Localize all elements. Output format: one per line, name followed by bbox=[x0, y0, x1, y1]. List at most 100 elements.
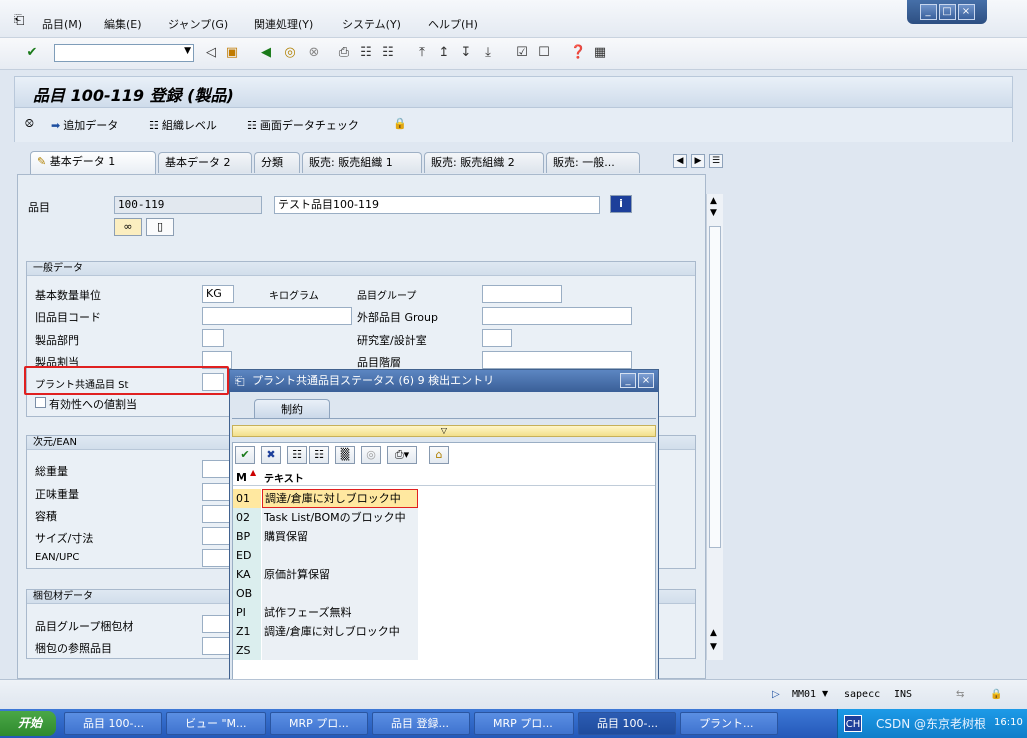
cancel-x-icon[interactable]: ✖ bbox=[261, 446, 281, 464]
exit-icon[interactable]: ◎ bbox=[282, 45, 298, 61]
task-mrp-2[interactable]: MRP プロ... bbox=[474, 712, 574, 735]
last-page-icon[interactable]: ⤓ bbox=[480, 45, 496, 61]
tab-scroll-left-icon[interactable]: ◀ bbox=[673, 154, 687, 168]
print-dropdown-icon[interactable]: ⎙▾ bbox=[387, 446, 417, 464]
task-material-create[interactable]: 品目 登録... bbox=[372, 712, 470, 735]
close-button[interactable]: × bbox=[957, 4, 975, 20]
tab-scroll-right-icon[interactable]: ▶ bbox=[691, 154, 705, 168]
language-indicator[interactable]: CH bbox=[844, 715, 862, 732]
lab-office-label: 研究室/設計室 bbox=[357, 334, 427, 347]
ean-upc-field[interactable] bbox=[202, 549, 232, 567]
gross-weight-label: 総重量 bbox=[35, 465, 68, 478]
material-description-field[interactable]: テスト品目100-119 bbox=[274, 196, 600, 214]
glasses-display-icon[interactable]: ∞ bbox=[114, 218, 142, 236]
dropdown-arrow-icon[interactable]: ▼ bbox=[184, 46, 191, 56]
tab-list-icon[interactable]: ☰ bbox=[709, 154, 723, 168]
lab-office-field[interactable] bbox=[482, 329, 512, 347]
base-uom-field[interactable]: KG bbox=[202, 285, 234, 303]
system-menu-icon[interactable]: ⎗ bbox=[14, 13, 24, 28]
mat-group-pack-field[interactable] bbox=[202, 615, 232, 633]
scroll-up-bottom-icon[interactable]: ▲ bbox=[710, 628, 717, 638]
check-screen-data-button[interactable]: ☷ 画面データチェック bbox=[247, 117, 359, 133]
back-icon[interactable]: ◀ bbox=[258, 45, 274, 61]
org-levels-button[interactable]: ☷ 組織レベル bbox=[149, 117, 217, 133]
start-button[interactable]: 开始 bbox=[0, 711, 56, 736]
restrictions-toggle-bar[interactable]: ▽ bbox=[232, 425, 656, 437]
tab-basic-data-1[interactable]: ✎ 基本データ 1 bbox=[30, 151, 156, 174]
old-material-field[interactable] bbox=[202, 307, 352, 325]
add-data-button[interactable]: ➡ 追加データ bbox=[51, 117, 118, 133]
gross-weight-field[interactable] bbox=[202, 460, 232, 478]
shortcut-icon[interactable]: ☐ bbox=[536, 45, 552, 61]
scroll-down-small-icon[interactable]: ▼ bbox=[710, 208, 717, 218]
lock-icon[interactable]: 🔒 bbox=[393, 117, 407, 130]
scroll-up-icon[interactable]: ▲ bbox=[710, 196, 717, 206]
vertical-scrollbar[interactable]: ▲ ▼ ▲ ▼ bbox=[706, 194, 723, 660]
next-page-icon[interactable]: ↧ bbox=[458, 45, 474, 61]
material-group-field[interactable] bbox=[482, 285, 562, 303]
col-text-header[interactable]: テキスト bbox=[264, 470, 304, 485]
cancel-icon[interactable]: ⊗ bbox=[306, 45, 322, 61]
col-code-header[interactable]: M bbox=[236, 471, 247, 484]
mat-group-pack-label: 品目グループ梱包材 bbox=[35, 620, 134, 633]
info-icon[interactable]: i bbox=[610, 195, 632, 213]
tab-sales-org-1[interactable]: 販売: 販売組織 1 bbox=[302, 152, 422, 173]
size-dimensions-field[interactable] bbox=[202, 527, 232, 545]
product-hierarchy-field[interactable] bbox=[482, 351, 632, 369]
info-disabled-icon[interactable]: ◎ bbox=[361, 446, 381, 464]
print-icon[interactable]: ⎙ bbox=[336, 45, 352, 61]
tab-sales-general[interactable]: 販売: 一般... bbox=[546, 152, 640, 173]
back-arrow-small-icon[interactable]: ◁ bbox=[203, 45, 219, 61]
tab-sales-org-2[interactable]: 販売: 販売組織 2 bbox=[424, 152, 544, 173]
tcode-dropdown-icon[interactable]: ▼ bbox=[822, 689, 828, 698]
layout-menu-icon[interactable]: ▦ bbox=[592, 45, 608, 61]
status-expand-icon[interactable]: ▷ bbox=[772, 689, 780, 700]
task-material-1[interactable]: 品目 100-... bbox=[64, 712, 162, 735]
org-icon[interactable]: ⮾ bbox=[25, 117, 34, 131]
minimize-button[interactable]: _ bbox=[919, 4, 937, 20]
prev-page-icon[interactable]: ↥ bbox=[436, 45, 452, 61]
menu-material[interactable]: 品目(M) bbox=[42, 16, 82, 32]
menu-goto[interactable]: ジャンプ(G) bbox=[168, 16, 228, 32]
valid-from-checkbox[interactable] bbox=[35, 397, 46, 408]
new-session-icon[interactable]: ☑ bbox=[514, 45, 530, 61]
find-binoculars-icon[interactable]: ☷ bbox=[287, 446, 307, 464]
popup-close-button[interactable]: × bbox=[638, 373, 654, 388]
maximize-button[interactable]: □ bbox=[938, 4, 956, 20]
find-next-icon[interactable]: ☷ bbox=[380, 45, 396, 61]
menu-edit[interactable]: 編集(E) bbox=[104, 16, 142, 32]
accept-icon[interactable]: ✔ bbox=[235, 446, 255, 464]
enter-check-icon[interactable]: ✔ bbox=[24, 45, 40, 61]
division-label: 製品部門 bbox=[35, 334, 79, 347]
tab-basic-data-2[interactable]: 基本データ 2 bbox=[158, 152, 252, 173]
tab-classification[interactable]: 分類 bbox=[254, 152, 300, 173]
volume-field[interactable] bbox=[202, 505, 232, 523]
column-settings-icon[interactable]: ▒ bbox=[335, 446, 355, 464]
command-field[interactable]: ▼ bbox=[54, 44, 194, 62]
menu-system[interactable]: システム(Y) bbox=[342, 16, 401, 32]
first-page-icon[interactable]: ⤒ bbox=[414, 45, 430, 61]
personal-list-icon[interactable]: ⌂ bbox=[429, 446, 449, 464]
find-next-binoculars-icon[interactable]: ☷ bbox=[309, 446, 329, 464]
popup-minimize-button[interactable]: _ bbox=[620, 373, 636, 388]
task-material-2[interactable]: 品目 100-... bbox=[578, 712, 676, 735]
scroll-down-icon[interactable]: ▼ bbox=[710, 642, 717, 652]
menu-help[interactable]: ヘルプ(H) bbox=[428, 16, 478, 32]
net-weight-field[interactable] bbox=[202, 483, 232, 501]
division-field[interactable] bbox=[202, 329, 224, 347]
menu-extras[interactable]: 関連処理(Y) bbox=[254, 16, 313, 32]
ref-material-label: 梱包の参照品目 bbox=[35, 642, 112, 655]
find-icon[interactable]: ☷ bbox=[358, 45, 374, 61]
server-name: sapecc bbox=[844, 689, 881, 700]
ref-material-field[interactable] bbox=[202, 637, 232, 655]
tab-restrictions[interactable]: 制約 bbox=[254, 399, 330, 419]
hierarchy-check-icon: ☷ bbox=[247, 118, 257, 132]
document-icon[interactable]: ▯ bbox=[146, 218, 174, 236]
ext-material-group-field[interactable] bbox=[482, 307, 632, 325]
save-icon[interactable]: ▣ bbox=[224, 45, 240, 61]
scrollbar-thumb[interactable] bbox=[709, 226, 721, 548]
task-plant[interactable]: プラント... bbox=[680, 712, 778, 735]
task-mrp-1[interactable]: MRP プロ... bbox=[270, 712, 368, 735]
help-icon[interactable]: ❓ bbox=[570, 45, 586, 61]
task-view[interactable]: ビュー "M... bbox=[166, 712, 266, 735]
